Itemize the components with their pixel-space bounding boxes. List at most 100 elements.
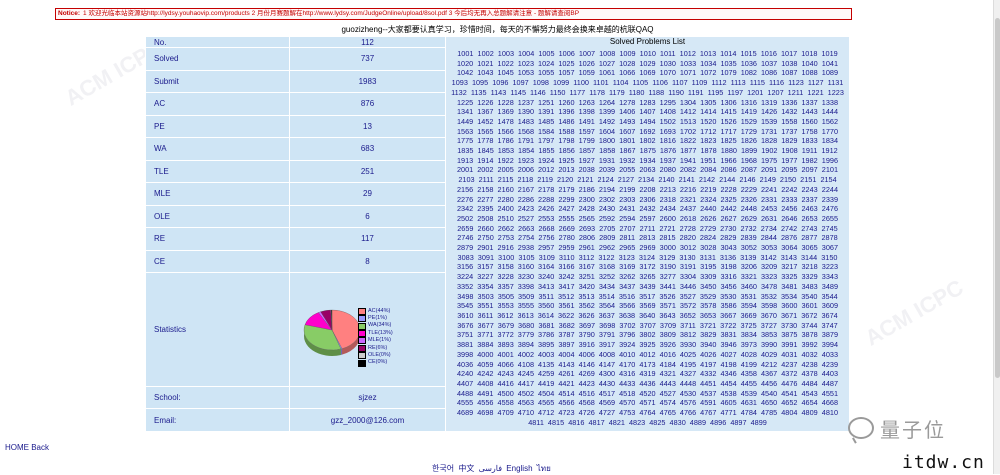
problem-link[interactable]: 2179: [558, 185, 574, 194]
problem-link[interactable]: 3420: [579, 282, 595, 291]
problem-link[interactable]: 4407: [457, 379, 473, 388]
problem-link[interactable]: 1493: [619, 117, 635, 126]
problem-link[interactable]: 3881: [457, 340, 473, 349]
problem-link[interactable]: 1041: [822, 59, 838, 68]
problem-link[interactable]: 3142: [760, 253, 776, 262]
problem-link[interactable]: 3790: [579, 330, 595, 339]
problem-link[interactable]: 3829: [700, 330, 716, 339]
problem-link[interactable]: 1260: [558, 98, 574, 107]
problem-link[interactable]: 1828: [761, 136, 777, 145]
problem-link[interactable]: 3527: [680, 292, 696, 301]
problem-link[interactable]: 1791: [518, 136, 534, 145]
stat-value-pe[interactable]: 13: [289, 114, 446, 139]
problem-link[interactable]: 1223: [828, 88, 844, 97]
problem-link[interactable]: 3566: [619, 301, 635, 310]
problem-link[interactable]: 2734: [761, 224, 777, 233]
problem-link[interactable]: 4421: [558, 379, 574, 388]
problem-link[interactable]: 3534: [781, 292, 797, 301]
problem-link[interactable]: 3540: [801, 292, 817, 301]
problem-link[interactable]: 4059: [477, 360, 493, 369]
problem-link[interactable]: 2241: [761, 185, 777, 194]
problem-link[interactable]: 4830: [670, 418, 686, 427]
problem-link[interactable]: 1006: [559, 49, 575, 58]
problem-link[interactable]: 1520: [700, 117, 716, 126]
problem-link[interactable]: 1024: [538, 59, 554, 68]
problem-link[interactable]: 4815: [548, 418, 564, 427]
problem-link[interactable]: 3158: [498, 262, 514, 271]
problem-link[interactable]: 1419: [741, 107, 757, 116]
problem-link[interactable]: 4170: [619, 360, 635, 369]
problem-link[interactable]: 1014: [720, 49, 736, 58]
problem-link[interactable]: 2276: [457, 195, 473, 204]
problem-link[interactable]: 2901: [477, 243, 493, 252]
problem-link[interactable]: 2730: [720, 224, 736, 233]
problem-link[interactable]: 3228: [498, 272, 514, 281]
problem-link[interactable]: 4518: [619, 389, 635, 398]
problem-link[interactable]: 3812: [680, 330, 696, 339]
problem-link[interactable]: 2600: [660, 214, 676, 223]
problem-link[interactable]: 1027: [599, 59, 615, 68]
problem-link[interactable]: 4476: [781, 379, 797, 388]
problem-link[interactable]: 4568: [579, 398, 595, 407]
problem-link[interactable]: 4436: [639, 379, 655, 388]
problem-link[interactable]: 3600: [781, 301, 797, 310]
problem-link[interactable]: 4527: [660, 389, 676, 398]
problem-link[interactable]: 1021: [477, 59, 493, 68]
problem-link[interactable]: 2959: [558, 243, 574, 252]
problem-link[interactable]: 1017: [781, 49, 797, 58]
problem-link[interactable]: 1026: [579, 59, 595, 68]
problem-link[interactable]: 2331: [761, 195, 777, 204]
problem-link[interactable]: 3707: [640, 321, 656, 330]
problem-link[interactable]: 4033: [822, 350, 838, 359]
problem-link[interactable]: 4530: [680, 389, 696, 398]
problem-link[interactable]: 2127: [618, 175, 634, 184]
problem-link[interactable]: 4029: [761, 350, 777, 359]
problem-link[interactable]: 1045: [498, 68, 514, 77]
stat-value-submit[interactable]: 1983: [289, 69, 446, 94]
problem-link[interactable]: 4689: [457, 408, 473, 417]
problem-link[interactable]: 1251: [538, 98, 554, 107]
problem-link[interactable]: 2426: [538, 204, 554, 213]
problem-link[interactable]: 1057: [558, 68, 574, 77]
problem-link[interactable]: 1191: [688, 88, 704, 97]
problem-link[interactable]: 1822: [680, 136, 696, 145]
problem-link[interactable]: 2705: [599, 224, 615, 233]
problem-link[interactable]: 3611: [478, 311, 494, 320]
problem-link[interactable]: 3514: [599, 292, 615, 301]
problem-link[interactable]: 2629: [741, 214, 757, 223]
problem-link[interactable]: 3946: [720, 340, 736, 349]
problem-link[interactable]: 3156: [457, 262, 473, 271]
problem-link[interactable]: 2806: [579, 233, 595, 242]
problem-link[interactable]: 1432: [781, 107, 797, 116]
problem-link[interactable]: 1485: [538, 117, 554, 126]
problem-link[interactable]: 1486: [558, 117, 574, 126]
problem-link[interactable]: 3262: [619, 272, 635, 281]
problem-link[interactable]: 3252: [599, 272, 615, 281]
problem-link[interactable]: 4198: [720, 360, 736, 369]
problem-link[interactable]: 4184: [660, 360, 676, 369]
problem-link[interactable]: 1100: [573, 78, 589, 87]
problem-link[interactable]: 4487: [822, 379, 838, 388]
problem-link[interactable]: 2626: [700, 214, 716, 223]
problem-link[interactable]: 2154: [820, 175, 836, 184]
problem-link[interactable]: 1845: [478, 146, 494, 155]
problem-link[interactable]: 1221: [807, 88, 823, 97]
problem-link[interactable]: 4300: [599, 369, 615, 378]
problem-link[interactable]: 2631: [761, 214, 777, 223]
problem-link[interactable]: 2213: [660, 185, 676, 194]
problem-link[interactable]: 1180: [629, 88, 645, 97]
problem-link[interactable]: 4195: [680, 360, 696, 369]
problem-link[interactable]: 3667: [720, 311, 736, 320]
problem-link[interactable]: 1854: [518, 146, 534, 155]
problem-link[interactable]: 2592: [599, 214, 615, 223]
problem-link[interactable]: 1104: [613, 78, 629, 87]
problem-link[interactable]: 2080: [660, 165, 676, 174]
problem-link[interactable]: 4771: [720, 408, 736, 417]
problem-link[interactable]: 4108: [518, 360, 534, 369]
problem-link[interactable]: 1729: [741, 127, 757, 136]
problem-link[interactable]: 1798: [558, 136, 574, 145]
problem-link[interactable]: 3702: [619, 321, 635, 330]
problem-link[interactable]: 3124: [639, 253, 655, 262]
problem-link[interactable]: 2277: [477, 195, 493, 204]
problem-link[interactable]: 3352: [457, 282, 473, 291]
